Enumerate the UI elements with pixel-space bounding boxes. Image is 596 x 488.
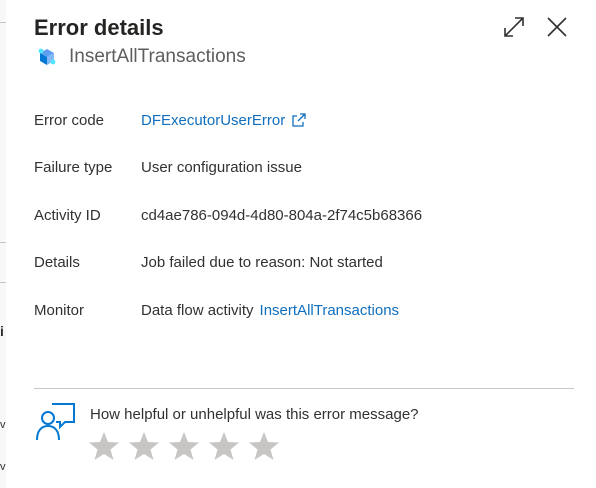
error-code-link[interactable]: DFExecutorUserError [141, 112, 285, 129]
activity-id-label: Activity ID [34, 206, 101, 224]
background-text: v [0, 461, 6, 473]
data-flow-activity-icon [38, 48, 56, 65]
divider [34, 388, 574, 389]
activity-id-row: Activity ID cd4ae786-094d-4d80-804a-2f74… [34, 204, 574, 226]
external-link-icon[interactable] [291, 112, 307, 128]
monitor-activity-link[interactable]: InsertAllTransactions [260, 302, 400, 319]
details-value: Job failed due to reason: Not started [141, 253, 383, 271]
star-icon[interactable] [248, 430, 280, 462]
activity-name: InsertAllTransactions [69, 46, 246, 67]
feedback-question: How helpful or unhelpful was this error … [90, 406, 419, 423]
background-text: i [0, 323, 4, 339]
activity-id-value: cd4ae786-094d-4d80-804a-2f74c5b68366 [141, 206, 423, 224]
feedback-person-icon [36, 403, 75, 441]
error-code-label: Error code [34, 111, 105, 129]
monitor-prefix: Data flow activity [141, 301, 254, 319]
panel-title: Error details [34, 15, 164, 40]
background-text: v [0, 419, 6, 431]
details-label: Details [34, 253, 80, 271]
star-icon[interactable] [168, 430, 200, 462]
monitor-label: Monitor [34, 301, 85, 319]
rating-stars [88, 430, 288, 462]
star-icon[interactable] [208, 430, 240, 462]
page: i v v Error details InsertAllTransaction… [0, 0, 596, 488]
monitor-row: Monitor Data flow activity InsertAllTran… [34, 299, 574, 321]
star-icon[interactable] [128, 430, 160, 462]
failure-type-label: Failure type [34, 158, 113, 176]
error-details-panel: Error details InsertAllTransactions Erro… [6, 0, 596, 488]
star-icon[interactable] [88, 430, 120, 462]
failure-type-row: Failure type User configuration issue [34, 156, 574, 178]
details-row: Details Job failed due to reason: Not st… [34, 251, 574, 273]
close-icon[interactable] [544, 14, 570, 40]
error-code-row: Error code DFExecutorUserError [34, 109, 574, 131]
activity-subtitle: InsertAllTransactions [36, 46, 246, 68]
failure-type-value: User configuration issue [141, 158, 302, 176]
expand-icon[interactable] [501, 14, 527, 40]
